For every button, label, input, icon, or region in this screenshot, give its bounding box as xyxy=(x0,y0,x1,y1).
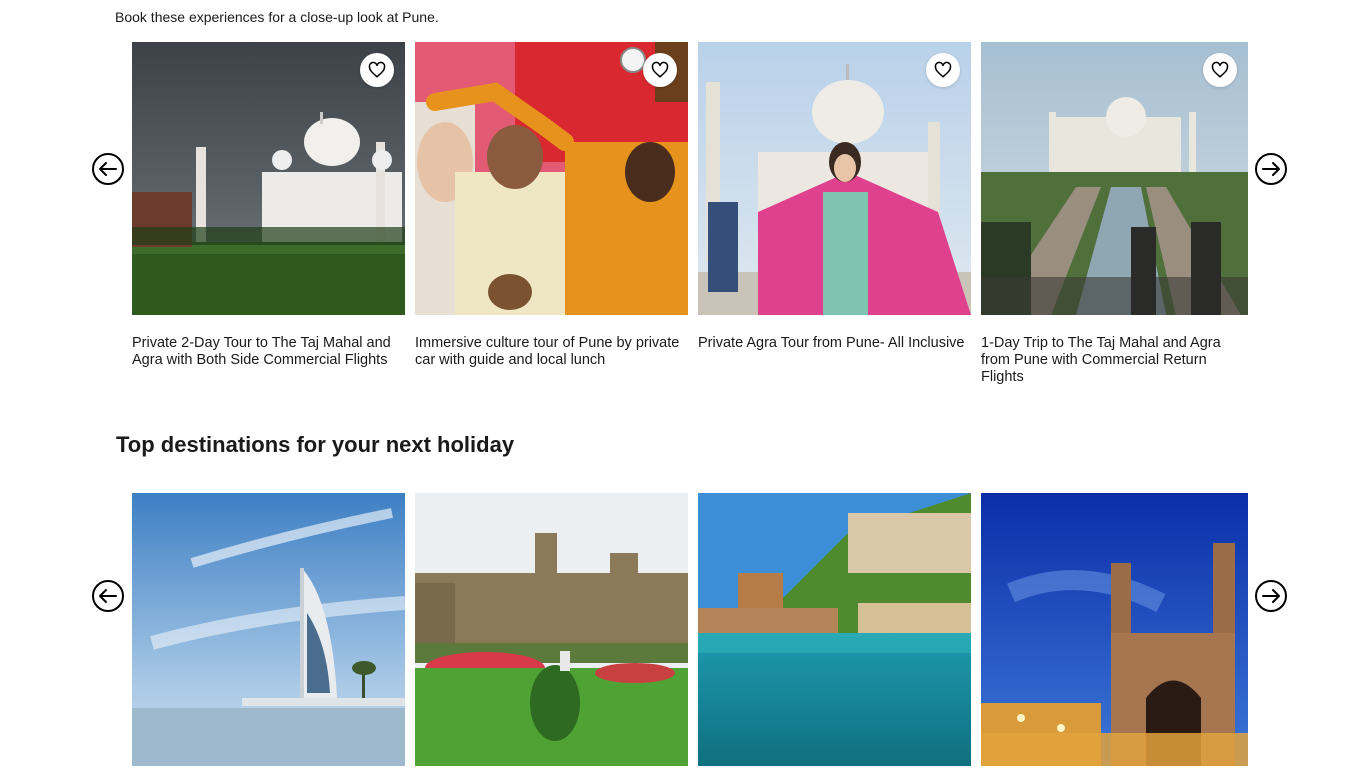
experience-image[interactable] xyxy=(132,42,405,315)
experiences-next-button[interactable] xyxy=(1255,153,1287,185)
heart-outline-icon xyxy=(368,61,386,78)
arrow-right-circle-icon xyxy=(1255,580,1287,612)
wishlist-button[interactable] xyxy=(926,53,960,87)
experience-card[interactable]: 1-Day Trip to The Taj Mahal and Agra fro… xyxy=(981,42,1248,386)
experience-image[interactable] xyxy=(698,42,971,315)
destination-card[interactable] xyxy=(415,493,688,766)
experience-title[interactable]: 1-Day Trip to The Taj Mahal and Agra fro… xyxy=(981,335,1248,386)
destinations-prev-button[interactable] xyxy=(92,580,124,612)
arrow-left-circle-icon xyxy=(92,153,124,185)
experience-title[interactable]: Immersive culture tour of Pune by privat… xyxy=(415,335,688,369)
destination-card[interactable] xyxy=(132,493,405,766)
heart-outline-icon xyxy=(1211,61,1229,78)
page: Book these experiences for a close-up lo… xyxy=(0,0,1345,768)
experience-image[interactable] xyxy=(981,42,1248,315)
experience-card[interactable]: Private Agra Tour from Pune- All Inclusi… xyxy=(698,42,971,352)
experience-card[interactable]: Private 2-Day Tour to The Taj Mahal and … xyxy=(132,42,405,369)
destination-image[interactable] xyxy=(698,493,971,766)
destination-card[interactable] xyxy=(981,493,1248,766)
wishlist-button[interactable] xyxy=(1203,53,1237,87)
experience-image[interactable] xyxy=(415,42,688,315)
experience-title[interactable]: Private 2-Day Tour to The Taj Mahal and … xyxy=(132,335,405,369)
wishlist-button[interactable] xyxy=(360,53,394,87)
arrow-right-circle-icon xyxy=(1255,153,1287,185)
destinations-heading: Top destinations for your next holiday xyxy=(116,432,515,457)
destination-image[interactable] xyxy=(415,493,688,766)
experiences-prev-button[interactable] xyxy=(92,153,124,185)
experience-card[interactable]: Immersive culture tour of Pune by privat… xyxy=(415,42,688,369)
heart-outline-icon xyxy=(934,61,952,78)
destination-card[interactable] xyxy=(698,493,971,766)
heart-outline-icon xyxy=(651,61,669,78)
experience-title[interactable]: Private Agra Tour from Pune- All Inclusi… xyxy=(698,335,971,352)
destination-image[interactable] xyxy=(981,493,1248,766)
destination-image[interactable] xyxy=(132,493,405,766)
destinations-next-button[interactable] xyxy=(1255,580,1287,612)
wishlist-button[interactable] xyxy=(643,53,677,87)
arrow-left-circle-icon xyxy=(92,580,124,612)
experiences-intro-text: Book these experiences for a close-up lo… xyxy=(115,9,439,25)
